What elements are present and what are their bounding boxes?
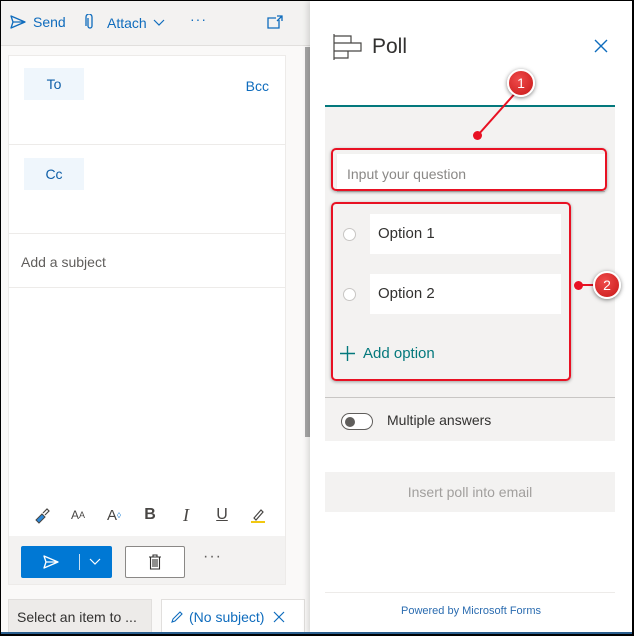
option-row: Option 1 [343,214,583,254]
discard-button[interactable] [125,546,185,578]
compose-toolbar: Send Attach ··· [1,1,310,46]
send-separator [79,554,80,570]
option-row: Option 2 [343,274,583,314]
callout-badge: 2 [593,271,621,299]
callout-dot [473,131,482,140]
highlight-icon[interactable] [247,504,269,526]
option-radio[interactable] [343,228,356,241]
plus-icon [340,346,355,361]
to-button[interactable]: To [24,68,84,100]
italic-icon[interactable]: I [175,504,197,526]
poll-pane: Poll Input your question Option 1 Option… [310,1,632,632]
more-options-button[interactable]: ··· [190,11,207,27]
popout-icon [267,15,283,29]
multiple-answers-label: Multiple answers [387,412,492,428]
insert-poll-button[interactable]: Insert poll into email [325,472,615,512]
format-painter-icon[interactable] [31,504,53,526]
send-toolbar-button[interactable]: Send [9,14,66,30]
chevron-down-icon[interactable] [89,558,101,566]
trash-icon [149,554,161,570]
bold-icon[interactable]: B [139,504,161,526]
footer-divider [325,592,615,593]
multiple-answers-row: Multiple answers [325,398,615,442]
callout-badge: 1 [507,69,535,97]
bcc-button[interactable]: Bcc [246,78,269,94]
question-input[interactable]: Input your question [337,154,605,192]
send-icon [10,15,26,29]
tab-label: (No subject) [189,609,265,625]
compose-actions: ··· [9,536,285,584]
option-input[interactable]: Option 1 [370,214,561,254]
tab-label: Select an item to ... [17,609,137,625]
close-icon[interactable] [273,611,285,623]
attach-button[interactable]: Attach [85,14,165,31]
multiple-answers-toggle[interactable] [341,413,373,430]
add-option-label: Add option [363,345,435,362]
compose-form: To Bcc Cc Add a subject AA A ◊ B I U ··· [8,55,286,585]
poll-header: Poll [310,1,632,106]
poll-title: Poll [372,35,408,58]
format-toolbar: AA A ◊ B I U [9,496,285,534]
callout-dot [574,281,583,290]
popout-button[interactable] [267,15,284,29]
poll-form: Input your question Option 1 Option 2 Ad… [325,107,615,441]
send-button[interactable] [21,546,112,578]
pencil-icon [171,611,183,623]
send-label: Send [33,14,66,30]
attach-label: Attach [107,14,147,31]
tab-select-item[interactable]: Select an item to ... [8,599,152,632]
to-field[interactable]: To Bcc [9,56,285,145]
underline-icon[interactable]: U [211,504,233,526]
close-icon[interactable] [594,39,608,53]
toggle-knob [345,417,355,427]
send-icon [43,555,59,569]
text-effects-icon[interactable]: A ◊ [103,504,125,526]
option-radio[interactable] [343,288,356,301]
cc-field[interactable]: Cc [9,145,285,234]
option-input[interactable]: Option 2 [370,274,561,314]
draft-tabs: Select an item to ... (No subject) [1,591,310,632]
window: Send Attach ··· To Bcc Cc Add a subject [1,1,632,634]
compose-pane: Send Attach ··· To Bcc Cc Add a subject [1,1,310,632]
paperclip-icon [85,14,93,29]
chevron-down-icon [153,19,165,26]
subject-input[interactable]: Add a subject [21,254,106,270]
font-size-icon[interactable]: AA [67,504,89,526]
tab-draft[interactable]: (No subject) [161,599,305,632]
powered-by-link[interactable]: Powered by Microsoft Forms [310,605,632,617]
add-option-button[interactable]: Add option [340,345,435,362]
more-actions-button[interactable]: ··· [203,548,222,566]
poll-icon [333,34,362,60]
cc-button[interactable]: Cc [24,158,84,190]
